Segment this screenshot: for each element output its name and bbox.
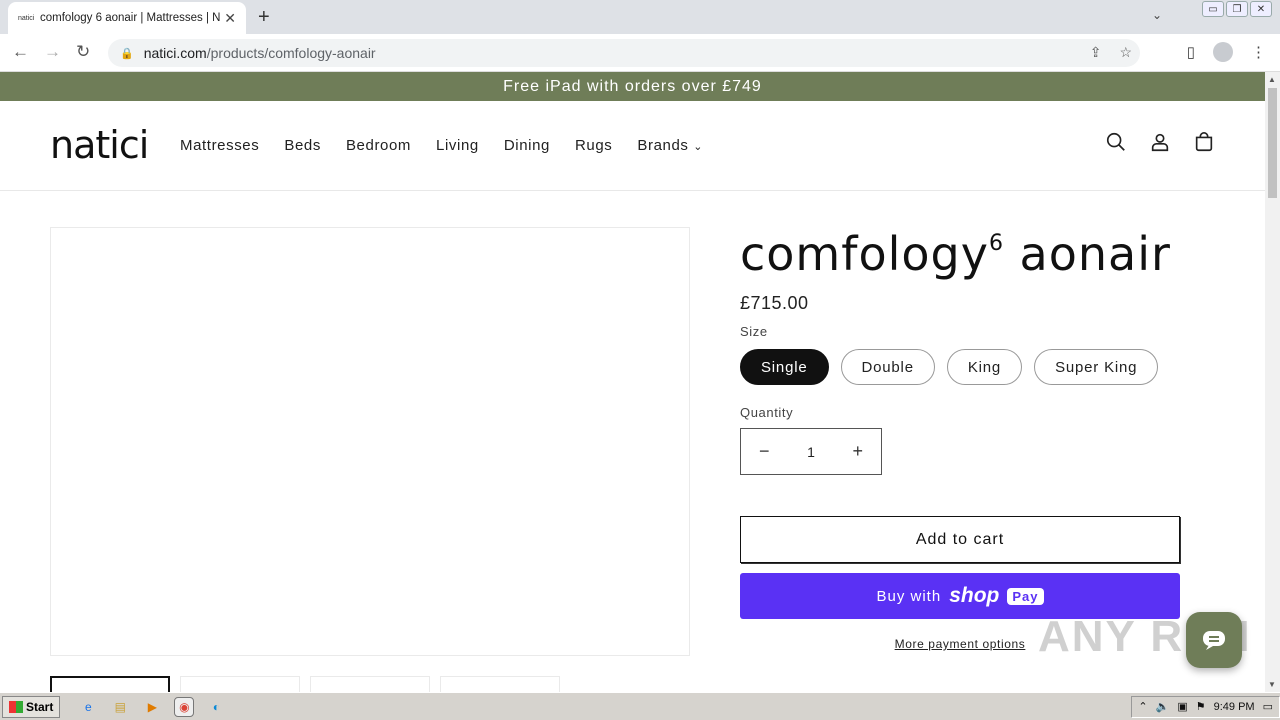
site-header: natici Mattresses Beds Bedroom Living Di… bbox=[0, 101, 1265, 191]
product-title: comfology6 aonair bbox=[740, 227, 1171, 281]
tab-favicon: natici bbox=[18, 14, 35, 22]
restore-icon[interactable]: ❐ bbox=[1226, 1, 1248, 17]
bookmark-star-icon[interactable]: ☆ bbox=[1119, 44, 1132, 61]
media-player-icon[interactable]: ▶ bbox=[142, 697, 162, 717]
tab-close-icon[interactable]: ✕ bbox=[224, 10, 236, 27]
close-window-icon[interactable]: ✕ bbox=[1250, 1, 1272, 17]
thumbnail-strip bbox=[50, 676, 560, 692]
ie-icon[interactable]: e bbox=[78, 697, 98, 717]
nav-brands-label: Brands bbox=[637, 137, 689, 154]
minimize-icon[interactable]: ▭ bbox=[1202, 1, 1224, 17]
lock-icon[interactable]: 🔒 bbox=[120, 47, 134, 60]
url-path: /products/comfology-aonair bbox=[206, 45, 376, 61]
browser-tabbar: natici comfology 6 aonair | Mattresses |… bbox=[0, 0, 1280, 34]
buy-with-label: Buy with bbox=[876, 587, 942, 605]
pay-badge: Pay bbox=[1007, 587, 1044, 605]
size-option-super-king[interactable]: Super King bbox=[1034, 349, 1159, 385]
edge-icon[interactable]: ◐ bbox=[206, 697, 226, 717]
flag-icon[interactable]: ⚑ bbox=[1196, 700, 1206, 713]
tab-search-chevron-icon[interactable]: ⌄ bbox=[1152, 8, 1162, 22]
add-to-cart-button[interactable]: Add to cart bbox=[740, 516, 1180, 563]
folder-icon[interactable]: ▤ bbox=[110, 697, 130, 717]
nav-rugs[interactable]: Rugs bbox=[575, 137, 612, 154]
chevron-down-icon: ⌄ bbox=[693, 141, 704, 153]
window-controls: ▭ ❐ ✕ bbox=[1202, 1, 1272, 17]
product-image[interactable] bbox=[50, 227, 690, 656]
volume-icon[interactable]: 🔈 bbox=[1156, 700, 1170, 713]
tray-expand-icon[interactable]: ⌃ bbox=[1138, 700, 1147, 713]
scroll-down-arrow-icon[interactable]: ▼ bbox=[1268, 680, 1276, 689]
size-option-double[interactable]: Double bbox=[840, 349, 935, 385]
thumbnail[interactable] bbox=[440, 676, 560, 692]
tab-title: comfology 6 aonair | Mattresses | Na bbox=[40, 12, 220, 24]
size-options: Single Double King Super King bbox=[740, 349, 1180, 385]
system-tray: ⌃ 🔈 ▣ ⚑ 9:49 PM ▭ bbox=[1131, 695, 1280, 718]
size-option-single[interactable]: Single bbox=[740, 349, 829, 385]
nav-beds[interactable]: Beds bbox=[284, 137, 321, 154]
size-label: Size bbox=[740, 324, 768, 339]
os-taskbar: Start e ▤ ▶ ◉ ◐ ⌃ 🔈 ▣ ⚑ 9:49 PM ▭ bbox=[0, 692, 1280, 720]
chat-widget-button[interactable] bbox=[1186, 612, 1242, 668]
reload-icon[interactable]: ↻ bbox=[76, 42, 90, 62]
cart-icon[interactable] bbox=[1193, 131, 1215, 153]
decrease-quantity-button[interactable]: − bbox=[759, 441, 770, 462]
clock[interactable]: 9:49 PM bbox=[1214, 701, 1255, 713]
quantity-stepper: − 1 + bbox=[740, 428, 882, 475]
shop-logo: shop bbox=[949, 584, 1000, 607]
nav-dining[interactable]: Dining bbox=[504, 137, 550, 154]
side-panel-icon[interactable]: ▯ bbox=[1187, 43, 1195, 61]
increase-quantity-button[interactable]: + bbox=[852, 441, 863, 462]
product-price: £715.00 bbox=[740, 293, 809, 313]
start-button[interactable]: Start bbox=[2, 695, 61, 718]
chrome-icon[interactable]: ◉ bbox=[174, 696, 195, 717]
size-option-king[interactable]: King bbox=[946, 349, 1023, 385]
show-desktop-icon[interactable]: ▭ bbox=[1263, 700, 1273, 713]
page-scrollbar[interactable]: ▲ ▼ bbox=[1265, 72, 1280, 692]
forward-icon[interactable]: → bbox=[44, 42, 61, 62]
scroll-thumb[interactable] bbox=[1268, 88, 1277, 198]
nav-living[interactable]: Living bbox=[436, 137, 479, 154]
browser-tab[interactable]: natici comfology 6 aonair | Mattresses |… bbox=[8, 2, 246, 34]
network-icon[interactable]: ▣ bbox=[1177, 700, 1187, 713]
address-bar[interactable]: 🔒 natici.com/products/comfology-aonair ⇪… bbox=[108, 39, 1140, 67]
nav-bedroom[interactable]: Bedroom bbox=[346, 137, 411, 154]
browser-menu-icon[interactable]: ⋮ bbox=[1251, 43, 1266, 61]
nav-mattresses[interactable]: Mattresses bbox=[180, 137, 259, 154]
url-domain: natici.com bbox=[143, 45, 207, 61]
account-icon[interactable] bbox=[1149, 131, 1171, 153]
announcement-bar: Free iPad with orders over £749 bbox=[0, 72, 1265, 101]
share-icon[interactable]: ⇪ bbox=[1090, 44, 1102, 61]
nav-brands[interactable]: Brands ⌄ bbox=[637, 137, 703, 154]
start-label: Start bbox=[26, 699, 54, 714]
product-info: comfology6 aonair £715.00 Size Single Do… bbox=[740, 227, 1180, 651]
back-icon[interactable]: ← bbox=[12, 42, 29, 62]
profile-avatar-icon[interactable] bbox=[1213, 42, 1233, 62]
quick-launch: e ▤ ▶ ◉ ◐ bbox=[78, 696, 226, 717]
thumbnail[interactable] bbox=[310, 676, 430, 692]
page-viewport: Free iPad with orders over £749 natici M… bbox=[0, 72, 1265, 692]
thumbnail[interactable] bbox=[180, 676, 300, 692]
search-icon[interactable] bbox=[1105, 131, 1127, 153]
quantity-input[interactable]: 1 bbox=[807, 444, 815, 460]
new-tab-icon[interactable]: + bbox=[258, 6, 270, 29]
main-nav: Mattresses Beds Bedroom Living Dining Ru… bbox=[180, 137, 703, 154]
browser-toolbar: ← → ↻ 🔒 natici.com/products/comfology-ao… bbox=[0, 34, 1280, 72]
header-icons bbox=[1105, 131, 1215, 153]
windows-logo-icon bbox=[9, 700, 23, 713]
chat-bubble-icon bbox=[1203, 631, 1225, 650]
thumbnail[interactable] bbox=[50, 676, 170, 692]
quantity-label: Quantity bbox=[740, 405, 794, 420]
site-logo[interactable]: natici bbox=[50, 123, 149, 167]
scroll-up-arrow-icon[interactable]: ▲ bbox=[1268, 75, 1276, 84]
